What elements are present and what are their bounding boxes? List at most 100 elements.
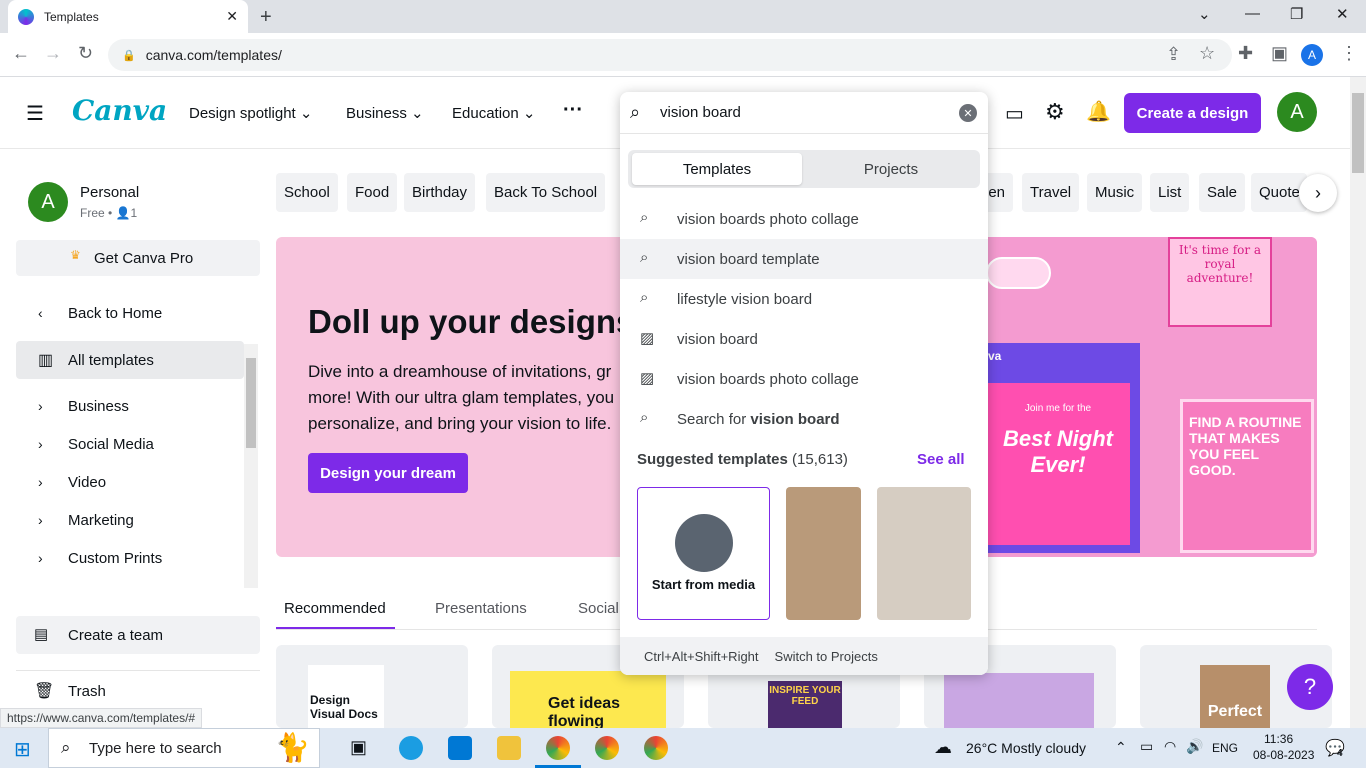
hamburger-menu-icon[interactable]: ☰: [26, 101, 44, 126]
minimize-icon[interactable]: —: [1245, 5, 1260, 22]
nav-design-spotlight[interactable]: Design spotlight ⌄: [189, 104, 312, 122]
suggested-template-thumb[interactable]: [877, 487, 971, 620]
task-view-icon[interactable]: ▣: [350, 737, 367, 758]
tab-presentations[interactable]: Presentations: [435, 600, 527, 617]
volume-icon[interactable]: 🔊: [1186, 738, 1203, 755]
nav-education[interactable]: Education ⌄: [452, 104, 535, 122]
suggestion-item[interactable]: ⌕ lifestyle vision board: [620, 279, 988, 319]
tray-chevron-icon[interactable]: ⌃: [1115, 739, 1127, 756]
chip-list[interactable]: List: [1150, 173, 1190, 212]
sidebar-item-business[interactable]: › Business: [16, 387, 244, 425]
see-all-link[interactable]: See all: [917, 451, 965, 468]
user-avatar[interactable]: A: [1277, 92, 1317, 132]
trash-link[interactable]: 🗑 Trash: [16, 678, 106, 704]
address-bar[interactable]: 🔒 canva.com/templates/: [108, 39, 1232, 71]
profile-name[interactable]: Personal: [80, 184, 139, 201]
template-card[interactable]: Design Visual Docs: [276, 645, 468, 728]
suggested-template-thumb[interactable]: [786, 487, 861, 620]
suggestion-item[interactable]: ⌕ vision board template: [620, 239, 988, 279]
clock-date[interactable]: 08-08-2023: [1253, 748, 1314, 762]
close-window-icon[interactable]: ✕: [1336, 5, 1349, 23]
taskbar-search[interactable]: ⌕ Type here to search 🐈: [48, 728, 320, 768]
toggle-projects[interactable]: Projects: [806, 153, 976, 185]
sidebar-item-all-templates[interactable]: ▥ All templates: [16, 341, 244, 379]
start-from-media-card[interactable]: Start from media: [637, 487, 770, 620]
page-scrollbar-thumb[interactable]: [1352, 93, 1364, 173]
sidebar-item-video[interactable]: › Video: [16, 463, 244, 501]
browser-tab[interactable]: Templates ✕: [8, 0, 248, 33]
bookmark-star-icon[interactable]: ☆: [1199, 43, 1215, 64]
back-to-home-link[interactable]: ‹ Back to Home: [16, 294, 244, 332]
sidebar-item-marketing[interactable]: › Marketing: [16, 501, 244, 539]
tab-search-chevron-icon[interactable]: ⌄: [1198, 5, 1211, 23]
search-for-item[interactable]: ⌕ Search for vision board: [620, 399, 988, 439]
language-indicator[interactable]: ENG: [1212, 741, 1238, 755]
chip-sale[interactable]: Sale: [1199, 173, 1246, 212]
back-arrow-icon[interactable]: ←: [12, 43, 30, 64]
create-team-button[interactable]: ▤ Create a team: [16, 616, 260, 654]
create-design-button[interactable]: Create a design: [1124, 93, 1261, 133]
windows-start-icon[interactable]: ⊞: [14, 737, 31, 762]
plan-text: Free •: [80, 206, 116, 220]
more-nav-icon[interactable]: ···: [563, 99, 583, 122]
suggestion-text: vision board: [677, 330, 758, 348]
scrollbar-thumb[interactable]: [246, 358, 256, 448]
tab-recommended[interactable]: Recommended: [284, 600, 386, 617]
card-photo-collage: [944, 673, 1094, 728]
settings-gear-icon[interactable]: ⚙: [1045, 99, 1065, 125]
reload-icon[interactable]: ↻: [78, 43, 93, 64]
chevron-right-icon: ›: [38, 398, 43, 414]
suggestion-item[interactable]: ▨ vision boards photo collage: [620, 359, 988, 399]
search-input[interactable]: vision board: [660, 104, 741, 121]
extensions-puzzle-icon[interactable]: ✚: [1238, 43, 1253, 64]
mail-icon[interactable]: [448, 736, 472, 760]
clock-time[interactable]: 11:36: [1264, 732, 1293, 746]
suggested-templates-heading: Suggested templates (15,613): [637, 451, 848, 468]
chip-travel[interactable]: Travel: [1022, 173, 1080, 212]
chip-food[interactable]: Food: [347, 173, 398, 212]
notifications-bell-icon[interactable]: 🔔: [1086, 99, 1111, 124]
suggestion-item[interactable]: ▨ vision board: [620, 319, 988, 359]
chip-back-to-school[interactable]: Back To School: [486, 173, 606, 212]
sidebar-scrollbar[interactable]: [244, 344, 258, 588]
share-icon[interactable]: ⇪: [1166, 44, 1181, 65]
sidebar-item-custom-prints[interactable]: › Custom Prints: [16, 539, 244, 577]
weather-text[interactable]: 26°C Mostly cloudy: [966, 740, 1086, 756]
crown-icon: ♛: [70, 248, 81, 262]
design-your-dream-button[interactable]: Design your dream: [308, 453, 468, 493]
forward-arrow-icon[interactable]: →: [44, 43, 62, 64]
wifi-icon[interactable]: ◠: [1164, 738, 1176, 755]
file-explorer-icon[interactable]: [497, 736, 521, 760]
suggestion-item[interactable]: ⌕ vision boards photo collage: [620, 199, 988, 239]
chip-music[interactable]: Music: [1087, 173, 1143, 212]
close-tab-icon[interactable]: ✕: [226, 8, 238, 25]
tab-social[interactable]: Social: [578, 600, 619, 617]
search-icon: ⌕: [640, 209, 649, 226]
page-scrollbar[interactable]: [1350, 77, 1366, 728]
profile-avatar[interactable]: A: [28, 182, 68, 222]
side-panel-icon[interactable]: ▣: [1271, 43, 1288, 64]
profile-avatar[interactable]: A: [1301, 44, 1323, 66]
menu-kebab-icon[interactable]: ⋮: [1340, 43, 1358, 64]
chrome-icon[interactable]: [644, 736, 668, 760]
toggle-templates[interactable]: Templates: [632, 153, 802, 185]
restore-icon[interactable]: ❐: [1290, 5, 1303, 23]
nav-business[interactable]: Business ⌄: [346, 104, 424, 122]
new-tab-button[interactable]: +: [260, 6, 272, 29]
chip-birthday[interactable]: Birthday: [404, 173, 476, 212]
card-text: INSPIRE YOUR FEED: [768, 681, 842, 728]
search-input-row[interactable]: ⌕ vision board ✕: [620, 92, 988, 134]
canva-logo[interactable]: Canva: [72, 94, 167, 127]
get-canva-pro-button[interactable]: ♛ Get Canva Pro: [16, 240, 260, 276]
edge-icon[interactable]: [399, 736, 423, 760]
chrome-icon[interactable]: [546, 736, 570, 760]
help-button[interactable]: ?: [1287, 664, 1333, 710]
clear-search-icon[interactable]: ✕: [959, 104, 977, 122]
chips-next-arrow-icon[interactable]: ›: [1299, 174, 1337, 212]
chip-school[interactable]: School: [276, 173, 338, 212]
taskbar-search-placeholder: Type here to search: [89, 739, 222, 757]
chrome-icon[interactable]: [595, 736, 619, 760]
desktop-app-icon[interactable]: ▭: [1005, 101, 1024, 126]
battery-icon[interactable]: ▭: [1140, 738, 1153, 755]
sidebar-item-social-media[interactable]: › Social Media: [16, 425, 244, 463]
